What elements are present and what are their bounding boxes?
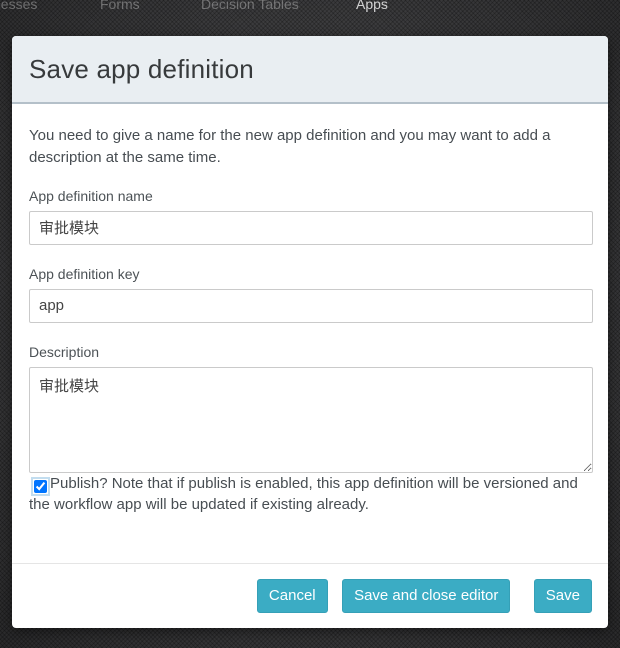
app-definition-name-input[interactable] <box>29 211 593 245</box>
dialog-footer: Cancel Save and close editor Save <box>12 563 608 628</box>
description-label: Description <box>29 344 593 360</box>
save-and-close-editor-button[interactable]: Save and close editor <box>342 579 510 613</box>
nav-item-processes[interactable]: Processes <box>0 0 37 12</box>
app-definition-key-label: App definition key <box>29 266 593 282</box>
nav-item-decision-tables[interactable]: Decision Tables <box>201 0 299 12</box>
nav-item-apps[interactable]: Apps <box>356 0 388 12</box>
publish-option[interactable]: Publish? Note that if publish is enabled… <box>29 475 578 514</box>
description-textarea[interactable]: 审批模块 <box>29 367 593 473</box>
dialog-title: Save app definition <box>29 54 254 85</box>
dialog-body: You need to give a name for the new app … <box>12 104 608 563</box>
intro-text: You need to give a name for the new app … <box>29 125 593 169</box>
dialog-header: Save app definition <box>12 36 608 104</box>
description-group: Description 审批模块 <box>29 344 593 473</box>
dimmed-navbar: Processes Forms Decision Tables Apps <box>0 0 620 18</box>
publish-label: Publish? Note that if publish is enabled… <box>29 475 578 514</box>
cancel-button[interactable]: Cancel <box>257 579 328 613</box>
app-definition-key-input[interactable] <box>29 289 593 323</box>
publish-checkbox[interactable] <box>34 480 47 493</box>
save-app-definition-dialog: Save app definition You need to give a n… <box>12 36 608 628</box>
app-definition-name-group: App definition name <box>29 188 593 245</box>
app-definition-key-group: App definition key <box>29 266 593 323</box>
nav-item-forms[interactable]: Forms <box>100 0 140 12</box>
save-button[interactable]: Save <box>534 579 592 613</box>
app-definition-name-label: App definition name <box>29 188 593 204</box>
